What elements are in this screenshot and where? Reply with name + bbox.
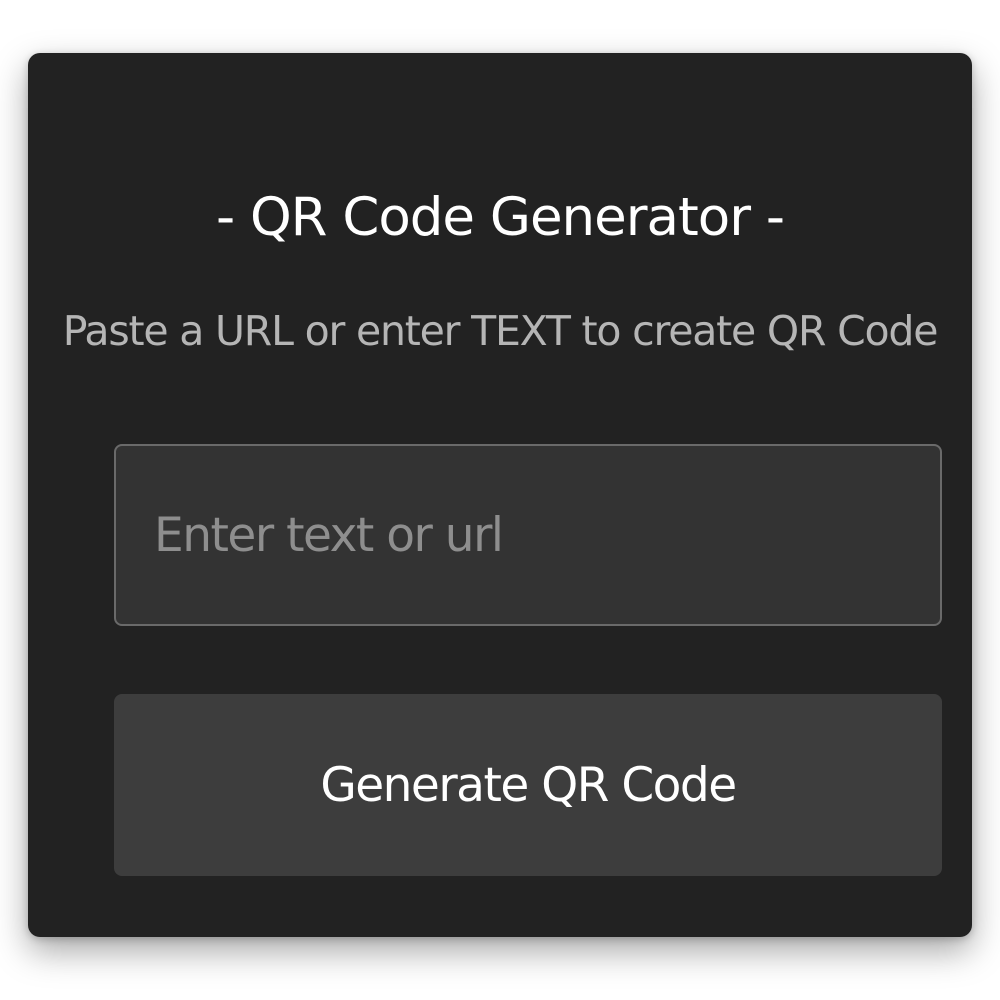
qr-generator-card: - QR Code Generator - Paste a URL or ent… (28, 53, 972, 937)
page-title: - QR Code Generator - (215, 187, 785, 248)
page-subtitle: Paste a URL or enter TEXT to create QR C… (62, 307, 939, 355)
text-or-url-input[interactable] (114, 444, 942, 626)
generate-qr-code-button[interactable]: Generate QR Code (114, 694, 942, 876)
